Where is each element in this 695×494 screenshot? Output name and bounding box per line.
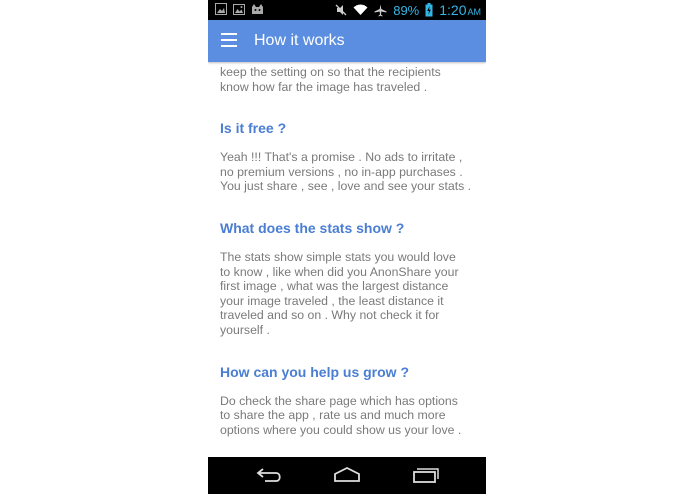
app-bar: How it works xyxy=(208,20,486,62)
paragraph-line: keep the setting on so that the recipien… xyxy=(220,65,441,79)
paragraph-line: no premium versions , no in-app purchase… xyxy=(220,164,463,179)
paragraph-line: know how far the image has traveled . xyxy=(220,79,428,94)
status-bar: 89% 1:20AM xyxy=(208,0,486,20)
hamburger-menu-icon[interactable] xyxy=(221,33,237,47)
cat-icon xyxy=(252,4,263,14)
battery-charging-icon xyxy=(425,3,433,17)
paragraph-line: traveled and so on . Why not check it fo… xyxy=(220,308,440,323)
gallery-icon xyxy=(233,4,245,15)
wifi-icon xyxy=(353,4,368,15)
paragraph-line: The stats show simple stats you would lo… xyxy=(220,249,456,264)
image-icon xyxy=(215,3,227,15)
muted-icon xyxy=(335,4,347,16)
home-icon[interactable] xyxy=(333,466,361,484)
paragraph-line: options where you could show us your lov… xyxy=(220,422,462,437)
answer-paragraph: The stats show simple stats you would lo… xyxy=(208,250,486,338)
answer-paragraph: Do check the share page which has option… xyxy=(208,394,486,438)
back-icon[interactable] xyxy=(256,466,284,484)
paragraph-line: first image , what was the largest dista… xyxy=(220,279,449,294)
paragraph-line: to know , like when did you AnonShare yo… xyxy=(220,264,459,279)
question-heading: What does the stats show ? xyxy=(220,219,405,236)
airplane-icon xyxy=(374,4,387,16)
paragraph-line: your image traveled , the least distance… xyxy=(220,293,444,308)
navigation-bar xyxy=(208,457,486,494)
paragraph-line: You just share , see , love and see your… xyxy=(220,179,472,194)
recent-apps-icon[interactable] xyxy=(411,466,439,484)
paragraph-line: to share the app , rate us and much more xyxy=(220,408,446,423)
page-title: How it works xyxy=(254,32,345,49)
paragraph-line: Yeah !!! That's a promise . No ads to ir… xyxy=(220,150,463,165)
clock-ampm: AM xyxy=(467,7,482,17)
battery-percent: 89% xyxy=(393,2,420,18)
intro-paragraph: keep the setting on so that the recipien… xyxy=(208,65,486,94)
question-heading: Is it free ? xyxy=(220,120,287,137)
question-heading: How can you help us grow ? xyxy=(220,363,410,380)
help-content[interactable]: keep the setting on so that the recipien… xyxy=(208,62,486,457)
paragraph-line: yourself . xyxy=(220,322,270,337)
clock-time: 1:20 xyxy=(439,2,467,18)
paragraph-line: Do check the share page which has option… xyxy=(220,393,458,408)
clock: 1:20AM xyxy=(439,2,481,18)
phone-screen: 89% 1:20AM How it works keep the setting… xyxy=(208,0,486,494)
answer-paragraph: Yeah !!! That's a promise . No ads to ir… xyxy=(208,150,486,194)
